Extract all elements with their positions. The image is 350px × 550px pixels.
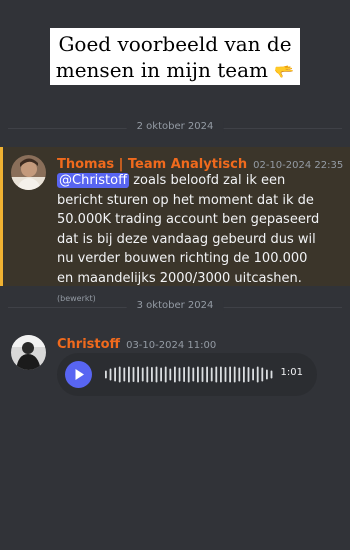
message-header: Christoff 03-10-2024 11:00	[57, 333, 216, 352]
play-button[interactable]	[65, 361, 92, 388]
author-name[interactable]: Christoff	[57, 337, 120, 352]
author-name[interactable]: Thomas | Team Analytisch	[57, 157, 247, 172]
message-text: zoals beloofd zal ik een bericht sturen …	[57, 173, 320, 286]
message-content: @Christoff zoals beloofd zal ik een beri…	[57, 171, 327, 309]
caption-line-1: Goed voorbeeld van de	[58, 32, 292, 56]
user-mention[interactable]: @Christoff	[57, 173, 130, 188]
message-timestamp: 02-10-2024 22:35	[253, 160, 344, 171]
waveform-icon[interactable]	[103, 363, 275, 386]
caption-line-2-wrap: mensen in mijn team 🫳	[50, 57, 300, 85]
avatar[interactable]	[11, 335, 46, 370]
date-divider-label: 3 oktober 2024	[126, 300, 224, 311]
message-timestamp: 03-10-2024 11:00	[126, 340, 217, 351]
caption-box: Goed voorbeeld van de mensen in mijn tea…	[50, 28, 300, 85]
voice-duration: 1:01	[280, 367, 303, 378]
play-icon	[75, 369, 84, 380]
caption-line-2: mensen in mijn team	[55, 58, 268, 82]
voice-message-player: 1:01	[57, 353, 317, 396]
date-divider-label: 2 oktober 2024	[126, 121, 224, 132]
hand-emoji-icon: 🫳	[274, 62, 295, 81]
date-divider: 2 oktober 2024	[8, 121, 342, 135]
message-header: Thomas | Team Analytisch 02-10-2024 22:35	[57, 153, 343, 172]
avatar[interactable]	[11, 155, 46, 190]
date-divider: 3 oktober 2024	[8, 300, 342, 314]
